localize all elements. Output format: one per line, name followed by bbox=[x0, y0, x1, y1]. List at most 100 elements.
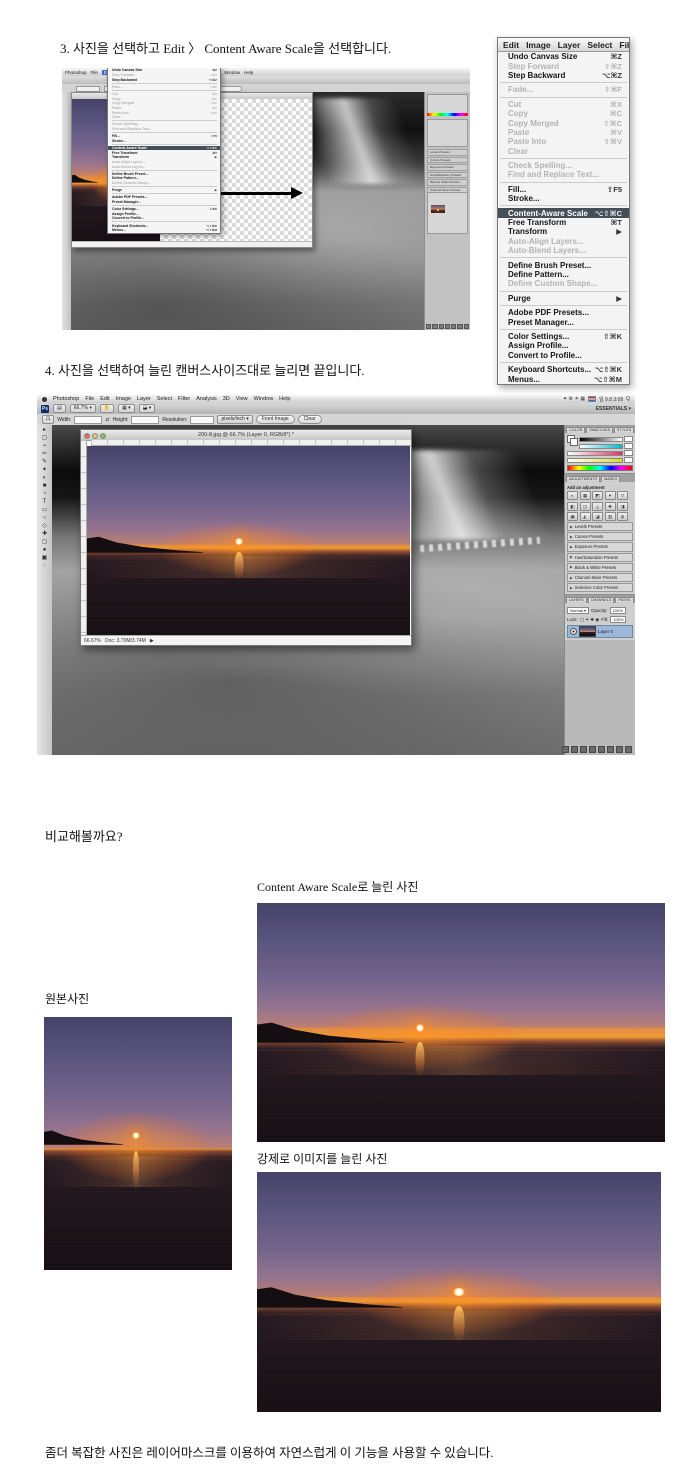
screen-mode-button[interactable]: ⬓ ▾ bbox=[139, 404, 156, 413]
menu-item[interactable]: Preset Manager... bbox=[498, 317, 629, 326]
panel-footer-icons[interactable] bbox=[426, 324, 469, 329]
menubar-item[interactable]: Photoshop bbox=[53, 396, 79, 402]
tool-icon[interactable]: ▭ bbox=[42, 507, 48, 514]
tool-icon[interactable]: ■ bbox=[43, 483, 47, 490]
preset-row[interactable]: ▶ Channel Mixer Presets bbox=[567, 573, 633, 582]
preset-row[interactable]: Exposure Presets bbox=[427, 164, 468, 171]
menu-item[interactable]: Color Settings...⇧⌘K bbox=[498, 332, 629, 341]
menu-header-item[interactable]: Filte bbox=[619, 40, 629, 50]
menu-item[interactable]: Assign Profile... bbox=[498, 341, 629, 350]
panel-tab[interactable]: MASKS bbox=[601, 476, 620, 483]
adjustment-icon[interactable]: ◨ bbox=[617, 502, 628, 511]
menu-item[interactable]: Cut⌘X bbox=[498, 100, 629, 109]
menubar-item[interactable]: Window bbox=[224, 70, 240, 75]
tools-panel[interactable]: ▸▢⌁✂✎✦◐■◔T▭○◇✚◻●▣◌ bbox=[37, 425, 53, 755]
menu-item[interactable]: Auto-Blend Layers... bbox=[498, 246, 629, 255]
preset-row[interactable]: ▶ Curves Presets bbox=[567, 532, 633, 541]
preset-row[interactable]: Black & White Presets bbox=[427, 179, 468, 186]
menu-item[interactable]: Fade...⇧⌘F bbox=[498, 85, 629, 94]
adjustment-icon[interactable]: ▥ bbox=[605, 512, 616, 521]
menubar-item[interactable]: Analysis bbox=[196, 396, 216, 402]
menubar-item[interactable]: Photoshop bbox=[65, 70, 87, 75]
menu-header-item[interactable]: Select bbox=[587, 40, 612, 50]
menubar-item[interactable]: Window bbox=[254, 396, 274, 402]
status-arrow-icon[interactable]: ▶ bbox=[150, 638, 154, 644]
tool-icon[interactable]: ◔ bbox=[43, 491, 47, 498]
tool-icon[interactable]: ○ bbox=[43, 515, 47, 522]
menu-item[interactable]: Free Transform⌘T bbox=[498, 218, 629, 227]
color-slider[interactable] bbox=[567, 450, 633, 456]
menubar-item[interactable]: Layer bbox=[137, 396, 151, 402]
width-input[interactable] bbox=[74, 416, 102, 424]
unit-select[interactable]: pixels/inch ▾ bbox=[217, 415, 252, 424]
panel-tab[interactable]: SWATCHES bbox=[586, 427, 613, 434]
layers-panel[interactable] bbox=[427, 192, 468, 234]
menu-item[interactable]: Step Forward⇧⌘Z bbox=[498, 61, 629, 70]
menubar-item[interactable]: Filter bbox=[178, 396, 190, 402]
tool-icon[interactable]: ✂ bbox=[42, 451, 47, 458]
adjustments-panel[interactable] bbox=[427, 119, 468, 147]
fg-bg-swatch[interactable] bbox=[567, 435, 577, 445]
apple-icon[interactable] bbox=[42, 397, 47, 402]
menu-item[interactable]: Find and Replace Text... bbox=[498, 170, 629, 179]
menu-item[interactable]: Fill...⇧F5 bbox=[498, 185, 629, 194]
menu-item[interactable]: Convert to Profile... bbox=[498, 351, 629, 360]
adjustment-icon[interactable]: ✦ bbox=[605, 491, 616, 500]
spotlight-icon[interactable]: Q bbox=[626, 396, 630, 402]
menubar-item[interactable]: 3D bbox=[223, 396, 230, 402]
tool-icon[interactable]: ◐ bbox=[43, 475, 47, 482]
resolution-input[interactable] bbox=[190, 416, 214, 424]
menu-item[interactable]: Paste Into⇧⌘V bbox=[498, 137, 629, 146]
menu-item[interactable]: Define Pattern... bbox=[498, 270, 629, 279]
menu-item[interactable]: Transform▶ bbox=[498, 227, 629, 236]
blend-mode-select[interactable]: Normal ▾ bbox=[567, 607, 589, 615]
height-input[interactable] bbox=[131, 416, 159, 424]
preset-row[interactable]: Levels Presets bbox=[427, 149, 468, 156]
menubar-item[interactable]: Select bbox=[157, 396, 172, 402]
menubar-item[interactable]: Help bbox=[244, 70, 253, 75]
hand-tool-button[interactable]: ✋ bbox=[100, 404, 114, 413]
panel-tab[interactable]: PATHS bbox=[615, 597, 633, 604]
panel-tab[interactable]: LAYERS bbox=[566, 597, 587, 604]
preset-row[interactable]: ▶ Black & White Presets bbox=[567, 563, 633, 572]
tool-icon[interactable]: ◇ bbox=[42, 523, 47, 530]
adjustment-icon[interactable]: ▽ bbox=[617, 491, 628, 500]
color-slider[interactable] bbox=[579, 443, 633, 449]
preset-row[interactable]: ▶ Selective Color Presets bbox=[567, 583, 633, 592]
preset-row[interactable]: Curves Presets bbox=[427, 157, 468, 164]
adjustment-icon[interactable]: ◭ bbox=[580, 512, 591, 521]
menubar-item[interactable]: Help bbox=[279, 396, 290, 402]
layer-row[interactable]: Layer 0 bbox=[567, 625, 633, 638]
view-extras-button[interactable]: ▤ bbox=[53, 404, 66, 413]
panel-tab[interactable]: CHANNELS bbox=[588, 597, 615, 604]
lock-icons[interactable]: ▢ ✦ ✚ ◉ bbox=[580, 617, 599, 623]
adjustment-icon[interactable]: ▦ bbox=[580, 491, 591, 500]
tool-icon[interactable]: ✦ bbox=[42, 467, 47, 474]
adjustment-icon[interactable]: ◫ bbox=[580, 502, 591, 511]
menu-item[interactable]: Menus...⌥⇧⌘M bbox=[108, 228, 220, 233]
menu-header-item[interactable]: Edit bbox=[503, 40, 519, 50]
menu-header-item[interactable]: Layer bbox=[558, 40, 581, 50]
menu-item[interactable]: Copy⌘C bbox=[498, 109, 629, 118]
menubar-item[interactable]: File bbox=[91, 70, 98, 75]
panel-tab[interactable]: STYLES bbox=[614, 427, 634, 434]
adjustment-icon[interactable]: ◍ bbox=[617, 512, 628, 521]
menu-item[interactable]: Check Spelling... bbox=[498, 161, 629, 170]
clear-button[interactable]: Clear bbox=[298, 415, 322, 424]
color-ramp[interactable] bbox=[427, 113, 468, 116]
menubar-item[interactable]: View bbox=[236, 396, 248, 402]
preset-row[interactable]: Hue/Saturation Presets bbox=[427, 172, 468, 179]
menu-item[interactable]: Auto-Align Layers... bbox=[498, 237, 629, 246]
tool-icon[interactable]: ◻ bbox=[42, 539, 47, 546]
visibility-eye-icon[interactable] bbox=[570, 628, 577, 635]
menubar-item[interactable]: File bbox=[85, 396, 94, 402]
menu-item[interactable]: Define Custom Shape... bbox=[498, 279, 629, 288]
adjustment-icon[interactable]: ◐ bbox=[567, 491, 578, 500]
menu-item[interactable]: Paste⌘V bbox=[498, 128, 629, 137]
tool-icon[interactable]: ▣ bbox=[42, 555, 48, 562]
menu-item[interactable]: Content-Aware Scale⌥⇧⌘C bbox=[498, 208, 629, 217]
window-buttons[interactable] bbox=[84, 433, 106, 439]
adjustment-icon[interactable]: ◧ bbox=[567, 502, 578, 511]
menu-item[interactable]: Step Backward⌥⌘Z bbox=[498, 71, 629, 80]
panel-tab[interactable]: ADJUSTMENTS bbox=[566, 476, 600, 483]
